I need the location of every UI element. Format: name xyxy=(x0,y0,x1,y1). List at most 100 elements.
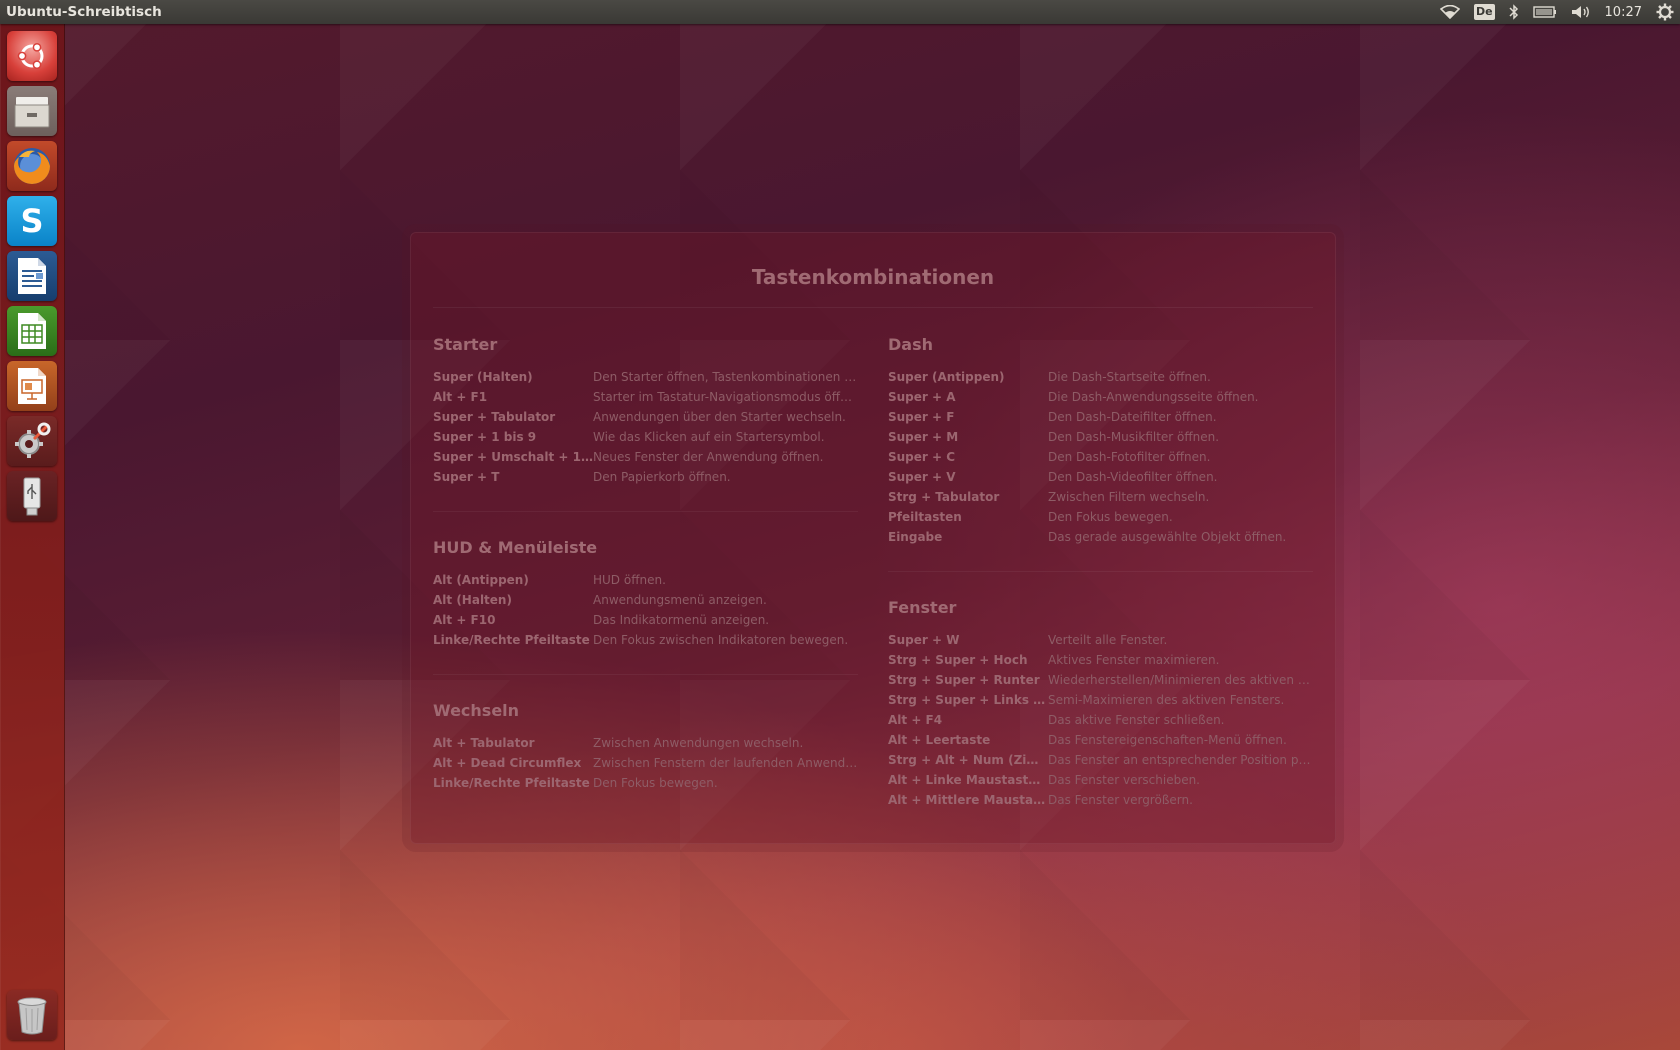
shortcut-description: Zwischen Anwendungen wechseln. xyxy=(593,736,804,750)
launcher-item-firefox[interactable] xyxy=(7,141,57,191)
section-title: Dash xyxy=(888,335,933,354)
shortcut-description: Die Dash-Anwendungsseite öffnen. xyxy=(1048,390,1259,404)
shortcut-description: Den Dash-Videofilter öffnen. xyxy=(1048,470,1218,484)
shortcut-description: Zwischen Fenstern der laufenden Anwendun… xyxy=(593,756,858,770)
usb-drive-icon xyxy=(23,477,41,516)
shortcut-key: Strg + Alt + Num (Ziffer… xyxy=(888,753,1048,767)
shortcut-key: Linke/Rechte Pfeiltaste xyxy=(433,776,590,790)
shortcut-description: Das Fenstereigenschaften-Menü öffnen. xyxy=(1048,733,1287,747)
shortcut-description: Semi-Maximieren des aktiven Fensters. xyxy=(1048,693,1285,707)
shortcut-row: Super + T Den Papierkorb öffnen. xyxy=(433,467,858,487)
bluetooth-icon[interactable] xyxy=(1509,4,1519,20)
shortcut-description: Den Dash-Musikfilter öffnen. xyxy=(1048,430,1220,444)
shortcut-row: Alt + F4 Das aktive Fenster schließen. xyxy=(888,710,1313,730)
shortcut-row: Super (Antippen) Die Dash-Startseite öffn… xyxy=(888,367,1313,387)
shortcut-row: Alt (Antippen) HUD öffnen. xyxy=(433,570,858,590)
shortcut-description: Wie das Klicken auf ein Startersymbol. xyxy=(593,430,825,444)
shortcut-key: Alt + Tabulator xyxy=(433,736,535,750)
shortcut-description: Das Indikatormenü anzeigen. xyxy=(593,613,770,627)
shortcut-row: Alt + Dead Circumflex Zwischen Fenstern d… xyxy=(433,753,858,773)
shortcut-row: Alt + F10 Das Indikatormenü anzeigen. xyxy=(433,610,858,630)
shortcut-description: Das aktive Fenster schließen. xyxy=(1048,713,1225,727)
shortcut-key: Super + T xyxy=(433,470,500,484)
launcher-item-usb[interactable] xyxy=(7,471,57,521)
writer-document-icon xyxy=(18,258,46,294)
shortcut-description: Aktives Fenster maximieren. xyxy=(1048,653,1220,667)
launcher-item-trash[interactable] xyxy=(7,990,57,1040)
launcher-item-skype[interactable]: S xyxy=(7,196,57,246)
shortcut-row: Super + F Den Dash-Dateifilter öffnen. xyxy=(888,407,1313,427)
impress-presentation-icon xyxy=(18,368,46,404)
volume-icon[interactable] xyxy=(1571,5,1591,19)
calc-spreadsheet-icon xyxy=(18,313,46,349)
shortcut-key: Strg + Super + Hoch xyxy=(888,653,1028,667)
battery-icon[interactable] xyxy=(1532,6,1557,18)
shortcut-row: Alt + Tabulator Zwischen Anwendungen wech… xyxy=(433,733,858,753)
section-title: Wechseln xyxy=(433,701,520,720)
file-cabinet-icon xyxy=(14,97,50,128)
launcher-item-settings[interactable] xyxy=(7,416,57,466)
shortcut-key: Alt + Mittlere Maustast… xyxy=(888,793,1048,807)
trash-icon xyxy=(17,997,47,1035)
shortcut-description: Den Dash-Dateifilter öffnen. xyxy=(1048,410,1217,424)
shortcut-description: Anwendungsmenü anzeigen. xyxy=(593,593,767,607)
shortcut-key: Alt + Dead Circumflex xyxy=(433,756,582,770)
firefox-icon xyxy=(14,148,50,184)
ubuntu-logo-icon xyxy=(17,42,44,70)
shortcut-key: Super + M xyxy=(888,430,959,444)
indicator-area: De 10:27 xyxy=(1426,0,1680,24)
launcher: S xyxy=(0,24,65,1050)
shortcut-key: Super + C xyxy=(888,450,956,464)
clock[interactable]: 10:27 xyxy=(1605,5,1642,20)
shortcut-key: Alt + Linke Maustaste Z… xyxy=(888,773,1048,787)
shortcut-overlay: Tastenkombinationen Starter Super (Halte… xyxy=(410,232,1336,844)
shortcut-description: Zwischen Filtern wechseln. xyxy=(1048,490,1210,504)
shortcut-key: Super + W xyxy=(888,633,960,647)
shortcut-key: Super + Tabulator xyxy=(433,410,556,424)
shortcut-key: Strg + Tabulator xyxy=(888,490,1000,504)
shortcut-row: Linke/Rechte Pfeiltaste Den Fokus bewegen… xyxy=(433,773,858,793)
title-divider xyxy=(433,307,1313,308)
shortcut-row: Strg + Alt + Num (Ziffer… Das Fenster an … xyxy=(888,750,1313,770)
wifi-icon[interactable] xyxy=(1439,5,1460,19)
shortcut-key: Super (Halten) xyxy=(433,370,533,384)
launcher-item-calc[interactable] xyxy=(7,306,57,356)
shortcut-row: Pfeiltasten Den Fokus bewegen. xyxy=(888,507,1313,527)
shortcut-description: Den Starter öffnen, Tastenkombinationen … xyxy=(593,370,858,384)
shortcut-description: Verteilt alle Fenster. xyxy=(1048,633,1168,647)
shortcut-key: Alt (Halten) xyxy=(433,593,512,607)
section-starter: Starter Super (Halten) Den Starter öffnen… xyxy=(433,335,858,487)
shortcut-description: Den Papierkorb öffnen. xyxy=(593,470,731,484)
shortcut-row: Alt (Halten) Anwendungsmenü anzeigen. xyxy=(433,590,858,610)
launcher-item-files[interactable] xyxy=(7,86,57,136)
shortcut-row: Strg + Super + Links ode…Semi-Maximieren… xyxy=(888,690,1313,710)
shortcut-description: Die Dash-Startseite öffnen. xyxy=(1048,370,1211,384)
section-fenster: Fenster Super + W Verteilt alle Fenster. … xyxy=(888,598,1313,810)
launcher-item-dash[interactable] xyxy=(7,31,57,81)
section-divider xyxy=(433,674,858,675)
shortcut-key: Eingabe xyxy=(888,530,943,544)
shortcut-row: Super + M Den Dash-Musikfilter öffnen. xyxy=(888,427,1313,447)
shortcut-key: Pfeiltasten xyxy=(888,510,962,524)
shortcut-key: Super + Umschalt + 1 bis 9 xyxy=(433,450,593,464)
shortcut-key: Super + 1 bis 9 xyxy=(433,430,537,444)
top-panel: Ubuntu-Schreibtisch De 10:27 xyxy=(0,0,1680,24)
shortcut-key: Super + A xyxy=(888,390,956,404)
shortcut-description: Das Fenster vergrößern. xyxy=(1048,793,1193,807)
settings-tools-icon xyxy=(15,422,51,458)
session-gear-icon[interactable] xyxy=(1656,3,1674,21)
shortcut-row: Linke/Rechte Pfeiltaste Den Fokus zwische… xyxy=(433,630,858,650)
keyboard-layout-indicator[interactable]: De xyxy=(1473,4,1495,20)
shortcut-key: Alt + F4 xyxy=(888,713,943,727)
shortcut-key: Alt + F10 xyxy=(433,613,496,627)
svg-text:S: S xyxy=(20,202,43,240)
section-title: Fenster xyxy=(888,598,957,617)
shortcut-key: Super (Antippen) xyxy=(888,370,1005,384)
shortcut-key: Strg + Super + Runter xyxy=(888,673,1040,687)
launcher-item-impress[interactable] xyxy=(7,361,57,411)
shortcut-row: Strg + Super + Runter Wiederherstellen/Mi… xyxy=(888,670,1313,690)
section-title: HUD & Menüleiste xyxy=(433,538,598,557)
shortcut-row: Super + 1 bis 9 Wie das Klicken auf ein S… xyxy=(433,427,858,447)
launcher-item-writer[interactable] xyxy=(7,251,57,301)
shortcut-row: Super + W Verteilt alle Fenster. xyxy=(888,630,1313,650)
